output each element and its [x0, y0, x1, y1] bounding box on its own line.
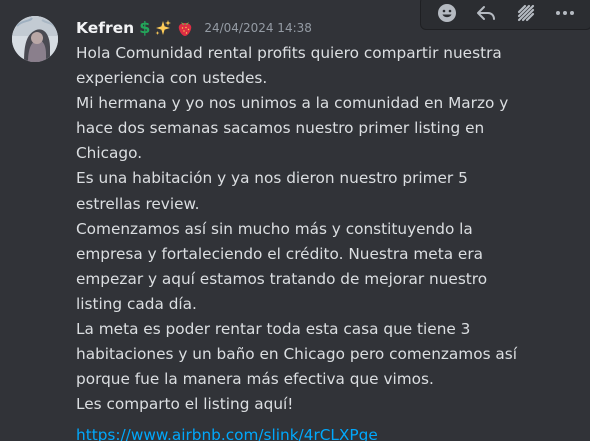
- message-toolbar: [420, 0, 590, 30]
- chat-message: Kefren $ 24/04/2024 14:38 Hola Comunidad…: [0, 0, 590, 441]
- message-line: Les comparto el listing aquí!: [76, 395, 294, 414]
- add-reaction-button[interactable]: [432, 0, 462, 28]
- avatar-image: [12, 16, 58, 62]
- message-line: empezar y aquí estamos tratando de mejor…: [76, 269, 488, 288]
- message-line: La meta es poder rentar toda esta casa q…: [76, 320, 471, 339]
- message-line: habitaciones y un baño en Chicago pero c…: [76, 345, 517, 364]
- role-icons: $: [139, 19, 194, 37]
- message-line: experiencia con ustedes.: [76, 69, 268, 88]
- username[interactable]: Kefren: [76, 19, 134, 37]
- message-content: Hola Comunidad rental profits quiero com…: [76, 41, 582, 441]
- more-options-icon: [556, 11, 575, 15]
- timestamp[interactable]: 24/04/2024 14:38: [204, 21, 312, 35]
- message-line: Es una habitación y ya nos dieron nuestr…: [76, 169, 468, 188]
- reply-icon: [477, 6, 496, 20]
- message-line: Mi hermana y yo nos unimos a la comunida…: [76, 94, 509, 113]
- message-line: hace dos semanas sacamos nuestro primer …: [76, 119, 485, 138]
- message-line: empresa y fortaleciendo el crédito. Nues…: [76, 244, 484, 263]
- message-line: listing cada día.: [76, 294, 197, 313]
- message-header: Kefren $ 24/04/2024 14:38: [76, 16, 312, 40]
- reply-button[interactable]: [471, 0, 501, 28]
- message-line: Comenzamos así sin mucho más y constituy…: [76, 219, 473, 238]
- sparkles-icon[interactable]: [154, 19, 172, 37]
- strawberry-icon[interactable]: [176, 19, 194, 37]
- add-reaction-icon: [437, 4, 456, 22]
- message-line: Chicago.: [76, 144, 143, 163]
- message-line: Hola Comunidad rental profits quiero com…: [76, 44, 502, 62]
- create-thread-button[interactable]: [511, 0, 541, 28]
- message-line: estrellas review.: [76, 194, 200, 213]
- avatar[interactable]: [12, 16, 58, 62]
- dollar-icon[interactable]: $: [139, 20, 150, 36]
- create-thread-icon: [517, 4, 534, 22]
- more-options-button[interactable]: [550, 0, 580, 28]
- message-line: porque fue la manera más efectiva que vi…: [76, 370, 434, 389]
- listing-link[interactable]: https://www.airbnb.com/slink/4rCLXPge: [76, 423, 582, 441]
